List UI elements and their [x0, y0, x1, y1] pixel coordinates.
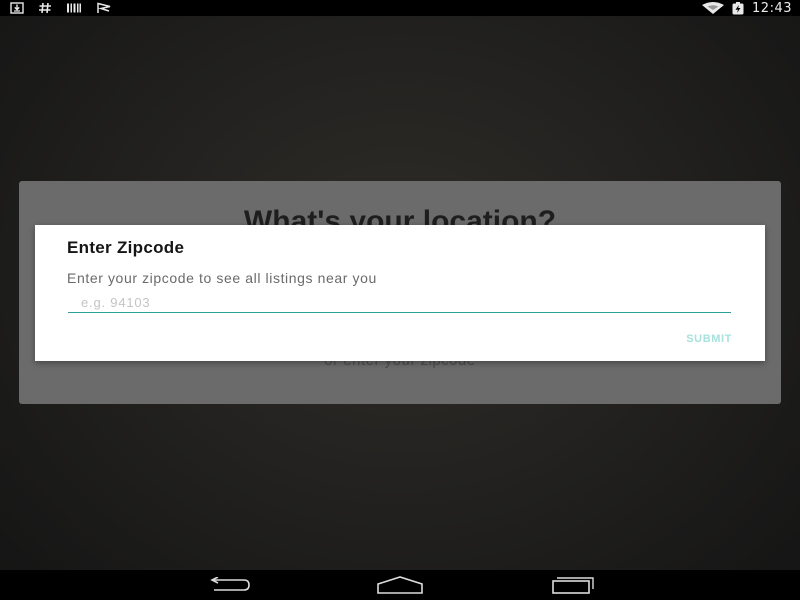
flag-icon	[97, 2, 111, 13]
status-bar: 12:43	[0, 0, 800, 16]
zipcode-dialog: Enter Zipcode Enter your zipcode to see …	[35, 225, 765, 361]
download-icon	[10, 2, 24, 14]
home-button[interactable]	[372, 574, 428, 596]
battery-charging-icon	[732, 1, 744, 14]
home-icon	[377, 576, 423, 594]
back-icon	[210, 577, 250, 591]
wifi-icon	[702, 2, 725, 14]
app-screen: 12:43 What's your location? or enter you…	[0, 0, 800, 600]
recent-apps-button[interactable]	[544, 574, 600, 596]
dialog-message: Enter your zipcode to see all listings n…	[67, 270, 377, 286]
dialog-title: Enter Zipcode	[67, 238, 185, 257]
recent-apps-icon	[552, 577, 594, 594]
status-time: 12:43	[752, 0, 792, 16]
system-icons: 12:43	[702, 0, 792, 16]
hash-icon	[39, 2, 51, 14]
back-button[interactable]	[201, 574, 257, 596]
submit-button[interactable]: SUBMIT	[686, 331, 732, 347]
navigation-bar	[0, 570, 800, 600]
barcode-icon	[67, 3, 81, 13]
zipcode-input[interactable]	[68, 293, 731, 313]
notification-icons	[10, 0, 112, 16]
